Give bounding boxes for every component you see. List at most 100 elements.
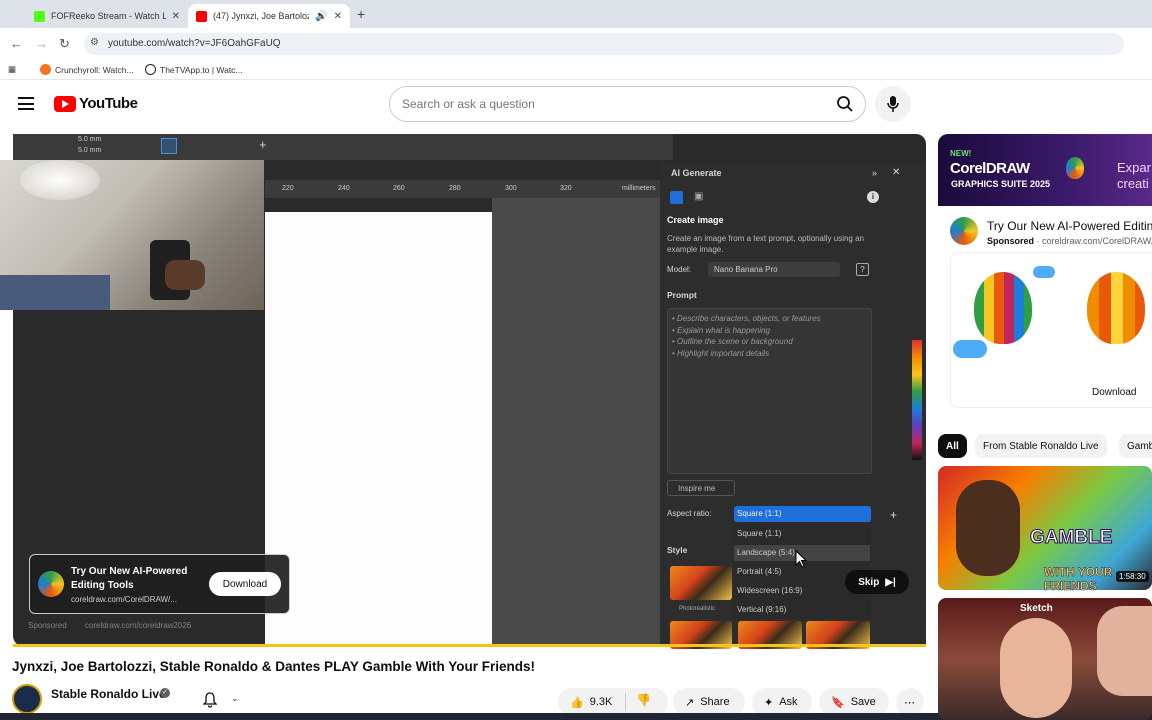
generate-tab-icon: [670, 191, 683, 204]
skip-label: Skip: [858, 576, 880, 588]
coreldraw-logo-icon: [38, 571, 64, 597]
sponsored-label: Sponsored: [28, 621, 67, 630]
dimension-x: 5.0 mm: [78, 136, 102, 143]
more-icon: ⋯: [904, 696, 915, 709]
forward-arrow-icon[interactable]: →: [35, 36, 48, 51]
style-thumbnail: [670, 566, 732, 600]
close-icon: ✕: [892, 167, 901, 178]
model-label: Model:: [667, 265, 692, 274]
ask-button[interactable]: ✦ Ask: [752, 688, 812, 716]
filter-chip-gamble[interactable]: Gamb: [1119, 434, 1152, 458]
like-button[interactable]: 👍 9.3K: [558, 688, 668, 716]
inspire-me-label: Inspire me: [678, 484, 716, 493]
ruler-tick: 320: [560, 185, 572, 192]
app-property-bar: 5.0 mm 5.0 mm +: [13, 134, 673, 160]
prompt-label: Prompt: [667, 290, 697, 300]
coreldraw-logo-icon[interactable]: [950, 217, 978, 245]
ad-url[interactable]: coreldraw.com/CorelDRAW/...: [71, 595, 177, 604]
site-info-icon[interactable]: ⚙: [90, 37, 99, 48]
sidebar-ad-sponsored: Sponsored · coreldraw.com/CorelDRAW/: [987, 236, 1152, 246]
person: [165, 260, 205, 290]
plus-icon: +: [890, 508, 898, 522]
chevron-down-icon[interactable]: ⌄: [231, 693, 239, 704]
bookmark-crunchyroll[interactable]: Crunchyroll: Watch...: [40, 64, 134, 75]
style-label: Style: [667, 545, 688, 555]
sponsored-url: · coreldraw.com/CorelDRAW/: [1036, 236, 1152, 246]
prompt-hint: • Describe characters, objects, or featu…: [672, 314, 821, 323]
save-label: Save: [850, 696, 876, 708]
ruler-tick: 300: [505, 185, 517, 192]
style-caption: Photorealistic: [679, 606, 716, 612]
create-image-heading: Create image: [667, 215, 724, 225]
filter-chip-all[interactable]: All: [938, 434, 967, 458]
ruler-tick: 240: [338, 185, 350, 192]
share-label: Share: [700, 696, 730, 708]
bell-icon[interactable]: [203, 692, 217, 708]
dimension-y: 5.0 mm: [78, 147, 102, 154]
share-icon: ↗: [685, 696, 695, 709]
ad-download-button[interactable]: Download: [209, 572, 281, 596]
hamburger-menu-icon[interactable]: [18, 97, 34, 110]
bookmark-label: TheTVApp.to | Watc...: [160, 64, 243, 75]
speaker-icon[interactable]: 🔊: [315, 11, 327, 22]
thumbs-down-icon[interactable]: 👎: [636, 693, 651, 707]
new-tab-button[interactable]: +: [357, 6, 365, 22]
aspect-ratio-label: Aspect ratio:: [667, 509, 712, 518]
verified-check-icon: ✓: [160, 688, 170, 698]
channel-name[interactable]: Stable Ronaldo Live: [51, 687, 166, 701]
ruler-tick: 280: [449, 185, 461, 192]
help-icon: ?: [856, 263, 869, 276]
expand-icon: »: [872, 168, 878, 178]
info-icon: i: [867, 191, 879, 203]
color-palette: [912, 340, 922, 460]
search-input[interactable]: [402, 97, 802, 111]
share-button[interactable]: ↗ Share: [673, 688, 745, 716]
url-text[interactable]: youtube.com/watch?v=JF6OahGFaUQ: [108, 38, 281, 49]
thumbs-up-icon: 👍: [570, 696, 584, 709]
create-image-description: Create an image from a text prompt, opti…: [667, 234, 864, 254]
sidebar-ad-download-button[interactable]: Download: [1092, 387, 1136, 398]
lamp-glow: [20, 160, 100, 200]
drawing-page: [265, 212, 492, 646]
channel-avatar[interactable]: [12, 684, 42, 714]
reload-icon[interactable]: ↻: [59, 36, 70, 52]
skip-ad-button[interactable]: Skip ▶|: [845, 570, 909, 594]
kick-favicon-icon: [34, 10, 45, 22]
banner-suite: GRAPHICS SUITE 2025: [951, 179, 1051, 189]
tab-fofreeko[interactable]: FOFReeko Stream - Watch Live ✕: [26, 4, 188, 28]
filter-chip-channel[interactable]: From Stable Ronaldo Live: [975, 434, 1107, 458]
ad-sponsored-line: Sponsored coreldraw.com/coreldraw2026: [28, 621, 191, 630]
aspect-option: Landscape (5:4): [737, 548, 795, 557]
prompt-hints: • Describe characters, objects, or featu…: [672, 313, 872, 359]
prompt-hint: • Explain what is happening: [672, 325, 770, 335]
thumbnail-label: Sketch: [1020, 603, 1053, 614]
back-arrow-icon[interactable]: ←: [10, 36, 23, 51]
bookmark-icon: 🔖: [831, 696, 845, 709]
aspect-ratio-value: Square (1:1): [737, 509, 782, 518]
ai-panel-title: AI Generate: [671, 168, 722, 178]
tab-title: (47) Jynxzi, Joe Bartolozzi, S: [213, 11, 309, 21]
microphone-icon: [887, 96, 899, 112]
mouse-cursor-icon: [795, 550, 807, 568]
bookmark-thetvapp[interactable]: TheTVApp.to | Watc...: [145, 64, 243, 75]
save-button[interactable]: 🔖 Save: [819, 688, 889, 716]
search-icon[interactable]: [836, 95, 854, 113]
apps-grid-icon[interactable]: ▦: [8, 64, 16, 75]
like-divider: [625, 693, 626, 711]
horizontal-ruler: 220 240 260 280 300 320 millimeters: [265, 180, 660, 198]
close-icon[interactable]: ✕: [172, 11, 180, 22]
close-icon[interactable]: ✕: [334, 11, 342, 22]
ad-progress-bar[interactable]: [13, 644, 926, 647]
youtube-play-icon: [54, 95, 76, 112]
aspect-option: Vertical (9:16): [737, 605, 787, 614]
ad-title[interactable]: Try Our New AI-Powered Editing Tools: [71, 565, 201, 593]
youtube-logo[interactable]: YouTube: [54, 95, 138, 112]
thumbnail-face: [1000, 618, 1072, 718]
tab-youtube-active[interactable]: (47) Jynxzi, Joe Bartolozzi, S 🔊 ✕: [188, 4, 350, 28]
more-actions-button[interactable]: ⋯: [896, 688, 924, 716]
sidebar-ad-title[interactable]: Try Our New AI-Powered Editing: [987, 219, 1152, 233]
banner-new-label: NEW!: [950, 149, 972, 158]
thumbnail-text: GAMBLE: [1029, 527, 1113, 549]
youtube-favicon-icon: [196, 10, 207, 22]
cloud-shape: [953, 340, 987, 358]
